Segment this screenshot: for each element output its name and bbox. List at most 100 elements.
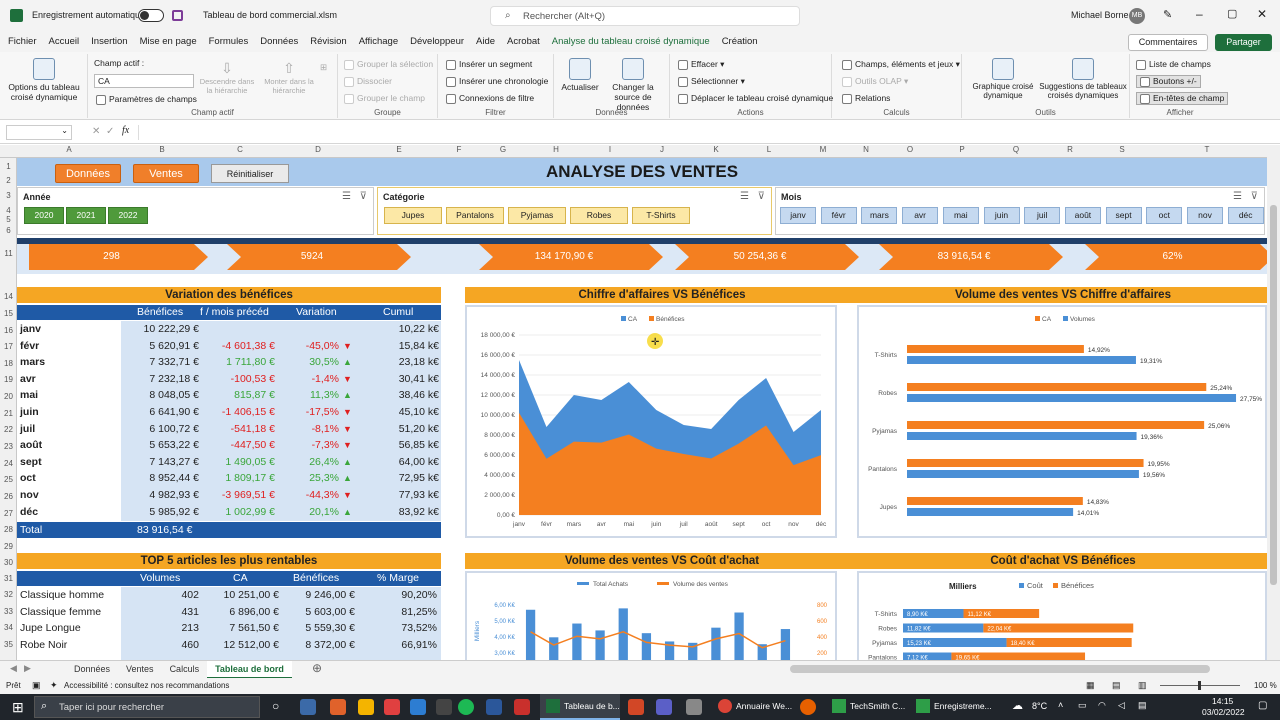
- row-header[interactable]: 25: [0, 475, 17, 484]
- move-pivot-button[interactable]: Déplacer le tableau croisé dynamique: [678, 93, 833, 104]
- menu-7[interactable]: Affichage: [359, 32, 398, 54]
- slicer-item-2021[interactable]: 2021: [66, 207, 106, 224]
- zoom-handle[interactable]: [1198, 681, 1201, 690]
- row-header[interactable]: 18: [0, 359, 17, 368]
- reset-button[interactable]: Réinitialiser: [211, 164, 289, 183]
- formula-input[interactable]: [138, 125, 1268, 140]
- slicer-item-juil[interactable]: juil: [1024, 207, 1061, 224]
- slicer-item-2020[interactable]: 2020: [24, 207, 64, 224]
- column-header[interactable]: R: [1060, 145, 1080, 154]
- menu-5[interactable]: Données: [260, 32, 298, 54]
- column-header[interactable]: S: [1112, 145, 1132, 154]
- chart-cost-vs-profit[interactable]: Milliers Coût Bénéfices T-Shirts 8,90 K€ 11,1…: [857, 571, 1267, 660]
- horizontal-scroll-thumb[interactable]: [790, 665, 1210, 673]
- slicer-item-janv[interactable]: janv: [780, 207, 816, 224]
- minimize-icon[interactable]: –: [1196, 7, 1203, 21]
- row-header[interactable]: 15: [0, 309, 17, 318]
- row-header[interactable]: 6: [0, 226, 17, 235]
- row-header[interactable]: 35: [0, 640, 17, 649]
- slicer-item-Robes[interactable]: Robes: [570, 207, 628, 224]
- column-header[interactable]: A: [59, 145, 79, 154]
- buttons-toggle[interactable]: Boutons +/-: [1136, 75, 1201, 88]
- search-box[interactable]: ⌕ Rechercher (Alt+Q): [490, 6, 800, 26]
- row-header[interactable]: 24: [0, 459, 17, 468]
- row-header[interactable]: 16: [0, 326, 17, 335]
- column-header[interactable]: I: [600, 145, 620, 154]
- column-header[interactable]: P: [952, 145, 972, 154]
- save-icon[interactable]: [172, 10, 183, 21]
- menu-1[interactable]: Accueil: [49, 32, 80, 54]
- clear-filter-icon[interactable]: ⊽: [1251, 191, 1258, 202]
- name-box[interactable]: ⌄: [6, 125, 72, 140]
- row-header[interactable]: 5: [0, 215, 17, 224]
- normal-view-icon[interactable]: ▦: [1086, 680, 1095, 691]
- slicer-item-déc[interactable]: déc: [1227, 207, 1264, 224]
- chart-volume-vs-cost[interactable]: Total Achats Volume des ventes Milliers 6,0…: [465, 571, 837, 660]
- clock-date[interactable]: 03/02/2022: [1202, 707, 1245, 717]
- cancel-icon[interactable]: ✕: [92, 126, 100, 137]
- page-break-icon[interactable]: ▥: [1138, 680, 1147, 691]
- column-header[interactable]: F: [449, 145, 469, 154]
- slicer-item-Pantalons[interactable]: Pantalons: [446, 207, 504, 224]
- sheet-tab-1[interactable]: Ventes: [118, 661, 162, 677]
- slicer-item-Pyjamas[interactable]: Pyjamas: [508, 207, 566, 224]
- macro-icon[interactable]: ▣: [32, 680, 41, 691]
- powerpoint-icon[interactable]: [628, 699, 644, 715]
- ungroup-button[interactable]: Dissocier: [344, 76, 392, 87]
- wifi-icon[interactable]: ◠: [1098, 700, 1106, 711]
- select-button[interactable]: Sélectionner ▾: [678, 76, 745, 87]
- column-header[interactable]: H: [546, 145, 566, 154]
- column-header[interactable]: B: [152, 145, 172, 154]
- app-icon[interactable]: [436, 699, 452, 715]
- row-header[interactable]: 22: [0, 425, 17, 434]
- column-header[interactable]: Q: [1006, 145, 1026, 154]
- column-header[interactable]: T: [1197, 145, 1217, 154]
- volume-icon[interactable]: ◁: [1118, 700, 1125, 711]
- row-header[interactable]: 27: [0, 509, 17, 518]
- fields-items-button[interactable]: Champs, éléments et jeux ▾: [842, 59, 960, 70]
- row-header[interactable]: 33: [0, 607, 17, 616]
- taskbar-recorder[interactable]: Enregistreme...: [912, 694, 1000, 720]
- next-sheet-icon[interactable]: ▶: [24, 663, 31, 674]
- column-header[interactable]: M: [813, 145, 833, 154]
- multi-select-icon[interactable]: ☰: [740, 191, 749, 202]
- menu-0[interactable]: Fichier: [8, 32, 37, 54]
- relations-button[interactable]: Relations: [842, 93, 890, 104]
- word-icon[interactable]: [486, 699, 502, 715]
- field-settings-button[interactable]: Paramètres de champs: [96, 94, 197, 105]
- insert-timeline-button[interactable]: Insérer une chronologie: [446, 76, 548, 87]
- slicer-item-mai[interactable]: mai: [942, 207, 979, 224]
- row-header[interactable]: 34: [0, 623, 17, 632]
- taskbar-chrome[interactable]: Annuaire We...: [714, 694, 794, 720]
- row-header[interactable]: 23: [0, 442, 17, 451]
- expand-icon[interactable]: ⊞: [320, 62, 327, 73]
- column-header[interactable]: L: [759, 145, 779, 154]
- filter-connections-button[interactable]: Connexions de filtre: [446, 93, 534, 104]
- network-icon[interactable]: ▭: [1078, 700, 1087, 711]
- column-header[interactable]: O: [900, 145, 920, 154]
- row-header[interactable]: 29: [0, 542, 17, 551]
- slicer-item-sept[interactable]: sept: [1105, 207, 1142, 224]
- close-icon[interactable]: ✕: [1257, 7, 1267, 21]
- slicer-item-2022[interactable]: 2022: [108, 207, 148, 224]
- scroll-thumb[interactable]: [1270, 205, 1277, 585]
- row-header[interactable]: 30: [0, 558, 17, 567]
- active-field-input[interactable]: CA: [94, 74, 194, 88]
- drill-down-button[interactable]: ⇩ Descendre dans la hiérarchie: [198, 60, 256, 95]
- file-name[interactable]: Tableau de bord commercial.xlsm: [203, 10, 337, 20]
- sales-sheet-button[interactable]: Ventes: [133, 164, 199, 183]
- row-header[interactable]: 32: [0, 590, 17, 599]
- pivot-chart-button[interactable]: Graphique croisé dynamique: [968, 58, 1038, 100]
- change-source-button[interactable]: Changer la source de données: [600, 58, 666, 112]
- menu-10[interactable]: Acrobat: [507, 32, 540, 54]
- chart-volume-vs-ca[interactable]: CA Volumes T-Shirts 14,92% 19,31% Robes 25,24%…: [857, 305, 1267, 538]
- pen-icon[interactable]: ✎: [1163, 8, 1172, 21]
- accessibility-icon[interactable]: ✦: [50, 680, 58, 691]
- function-icon[interactable]: fx: [122, 125, 129, 136]
- menu-2[interactable]: Insertion: [91, 32, 127, 54]
- menu-3[interactable]: Mise en page: [140, 32, 197, 54]
- page-layout-icon[interactable]: ▤: [1112, 680, 1121, 691]
- column-header[interactable]: K: [706, 145, 726, 154]
- group-field-button[interactable]: Grouper le champ: [344, 93, 425, 104]
- app-icon[interactable]: [686, 699, 702, 715]
